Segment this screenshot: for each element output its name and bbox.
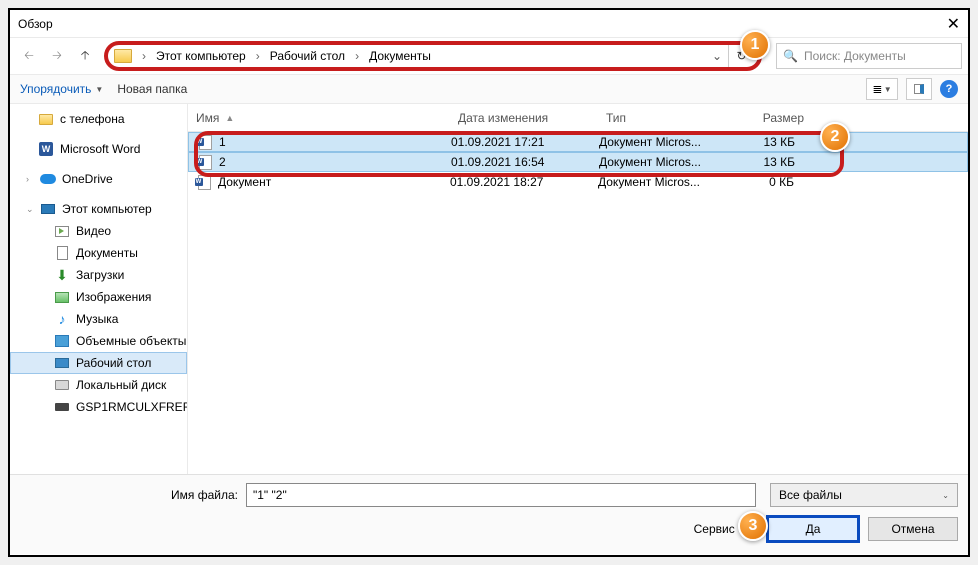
chevron-down-icon: ⌄ (942, 491, 949, 500)
search-icon: 🔍 (783, 49, 798, 63)
column-header-name[interactable]: Имя ▲ (188, 111, 450, 125)
sidebar-item[interactable]: Видео (10, 220, 187, 242)
dialog-body: с телефона Microsoft Word ›OneDrive ⌄Это… (10, 104, 968, 474)
path-segment[interactable]: Этот компьютер (152, 47, 250, 65)
preview-pane-button[interactable] (906, 78, 932, 100)
file-list: Имя ▲ Дата изменения Тип Размер 1 01.09.… (188, 104, 968, 474)
folder-icon (114, 49, 132, 63)
back-button[interactable]: 🡠 (16, 43, 42, 69)
view-options-button[interactable]: ≣ ▼ (866, 78, 898, 100)
pc-icon (41, 204, 55, 214)
word-file-icon (198, 175, 211, 190)
sidebar-item[interactable]: Объемные объекты (10, 330, 187, 352)
up-button[interactable]: 🡡 (72, 43, 98, 69)
sort-asc-icon: ▲ (225, 113, 234, 123)
download-icon: ⬇ (54, 267, 70, 283)
cancel-button[interactable]: Отмена (868, 517, 958, 541)
filename-label: Имя файла: (20, 488, 238, 502)
new-folder-button[interactable]: Новая папка (117, 82, 187, 96)
sidebar-item-desktop[interactable]: Рабочий стол (10, 352, 187, 374)
annotation-badge: 2 (820, 122, 850, 152)
music-icon: ♪ (54, 311, 70, 327)
forward-button: 🡢 (44, 43, 70, 69)
sidebar-item[interactable]: Документы (10, 242, 187, 264)
sidebar-item[interactable]: Изображения (10, 286, 187, 308)
chevron-right-icon[interactable]: › (351, 49, 363, 63)
column-header-size[interactable]: Размер (726, 111, 812, 125)
sidebar-item[interactable]: Microsoft Word (10, 138, 187, 160)
images-icon (55, 292, 69, 303)
filetype-filter[interactable]: Все файлы⌄ (770, 483, 958, 507)
file-dialog: Обзор ✕ 🡠 🡢 🡡 › Этот компьютер › Рабочий… (8, 8, 970, 557)
3d-objects-icon (55, 335, 69, 347)
close-icon[interactable]: ✕ (947, 14, 960, 34)
word-icon (39, 142, 53, 156)
usb-icon (55, 403, 69, 411)
list-item[interactable]: 2 01.09.2021 16:54 Документ Micros... 13… (188, 152, 968, 172)
annotation-badge: 1 (740, 30, 770, 60)
address-bar[interactable]: › Этот компьютер › Рабочий стол › Докуме… (104, 41, 762, 71)
ok-button[interactable]: Да (768, 517, 858, 541)
titlebar: Обзор ✕ (10, 10, 968, 38)
nav-row: 🡠 🡢 🡡 › Этот компьютер › Рабочий стол › … (10, 38, 968, 74)
sidebar-item[interactable]: Локальный диск (10, 374, 187, 396)
list-item[interactable]: 1 01.09.2021 17:21 Документ Micros... 13… (188, 132, 968, 152)
word-file-icon (199, 135, 212, 150)
sidebar: с телефона Microsoft Word ›OneDrive ⌄Это… (10, 104, 188, 474)
path-segment[interactable]: Рабочий стол (266, 47, 349, 65)
folder-icon (39, 114, 53, 125)
list-item[interactable]: Документ 01.09.2021 18:27 Документ Micro… (188, 172, 968, 192)
desktop-icon (55, 358, 69, 368)
help-icon[interactable]: ? (940, 80, 958, 98)
filename-input[interactable] (246, 483, 756, 507)
window-title: Обзор (18, 17, 53, 31)
chevron-down-icon[interactable]: ⌄ (706, 49, 728, 63)
organize-menu[interactable]: Упорядочить ▼ (20, 82, 103, 96)
sidebar-item[interactable]: с телефона (10, 108, 187, 130)
sidebar-item[interactable]: ♪Музыка (10, 308, 187, 330)
annotation-badge: 3 (738, 511, 768, 541)
column-header-date[interactable]: Дата изменения (450, 111, 598, 125)
sidebar-item-this-pc[interactable]: ⌄Этот компьютер (10, 198, 187, 220)
sidebar-item[interactable]: GSP1RMCULXFRER_RU_DVD (10, 396, 187, 418)
document-icon (57, 246, 68, 260)
search-input[interactable]: 🔍 Поиск: Документы (776, 43, 962, 69)
toolbar: Упорядочить ▼ Новая папка ≣ ▼ ? (10, 74, 968, 104)
sidebar-item[interactable]: ›OneDrive (10, 168, 187, 190)
sidebar-item[interactable]: ⬇Загрузки (10, 264, 187, 286)
video-icon (55, 226, 69, 237)
chevron-right-icon[interactable]: › (252, 49, 264, 63)
bottom-panel: Имя файла: Все файлы⌄ Сервис ▼ Да Отмена (10, 474, 968, 554)
path-segment[interactable]: Документы (365, 47, 435, 65)
search-placeholder: Поиск: Документы (804, 49, 906, 63)
word-file-icon (199, 155, 212, 170)
chevron-right-icon[interactable]: › (138, 49, 150, 63)
disk-icon (55, 380, 69, 390)
list-header: Имя ▲ Дата изменения Тип Размер (188, 104, 968, 132)
column-header-type[interactable]: Тип (598, 111, 726, 125)
cloud-icon (40, 174, 56, 184)
